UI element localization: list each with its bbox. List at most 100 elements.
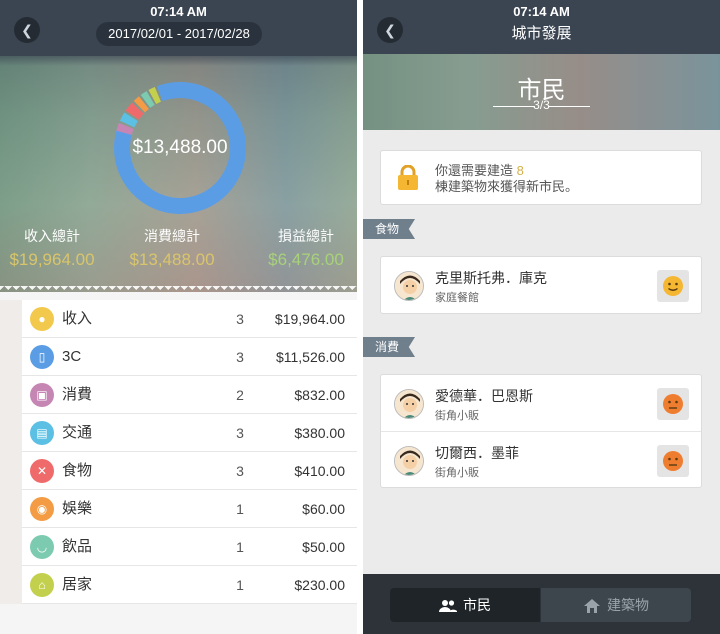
category-name: 飲品 — [62, 538, 93, 555]
category-row[interactable]: ◡ 飲品 1 $50.00 — [0, 528, 357, 566]
category-name: 娛樂 — [62, 500, 93, 517]
avatar-image — [395, 447, 423, 475]
category-name: 交通 — [62, 424, 93, 441]
category-count: 3 — [236, 349, 244, 365]
status-time: 07:14 AM — [150, 4, 207, 19]
category-row[interactable]: ◉ 娛樂 1 $60.00 — [0, 490, 357, 528]
top-bar-shadow — [0, 56, 357, 66]
notice-line1: 你還需要建造 — [435, 163, 514, 178]
category-name: 食物 — [62, 462, 93, 479]
category-list: ● 收入 3 $19,964.00 ▯ 3C 3 $11,526.00 ▣ 消費 2 $832.00 ▤… — [0, 300, 357, 604]
people-icon — [439, 600, 457, 613]
category-name: 收入 — [62, 310, 93, 327]
back-button[interactable]: ❮ — [14, 17, 40, 43]
category-count: 1 — [236, 501, 244, 517]
phone-icon: ▯ — [30, 345, 54, 369]
citizen-card: 克里斯托弗．庫克家庭餐館 — [380, 256, 702, 314]
expense-donut-chart[interactable]: $13,488.00 — [104, 72, 256, 224]
category-name: 3C — [62, 348, 82, 365]
expense-summary: 消費總計 $13,488.00 — [112, 226, 232, 270]
category-row[interactable]: ▤ 交通 3 $380.00 — [0, 414, 357, 452]
profit-summary: 損益總計 $6,476.00 — [246, 226, 357, 270]
category-count: 2 — [236, 387, 244, 403]
citizen-name: 愛德華．巴恩斯 — [435, 388, 533, 404]
category-count: 3 — [236, 311, 244, 327]
gamepad-icon: ◉ — [30, 497, 54, 521]
category-count: 3 — [236, 425, 244, 441]
category-amount: $380.00 — [294, 425, 345, 441]
tab-buildings-label: 建築物 — [607, 597, 649, 613]
citizen-name: 切爾西．墨菲 — [435, 445, 519, 461]
bottom-tab-bar: 市民 建築物 — [363, 574, 720, 634]
category-amount: $11,526.00 — [275, 349, 345, 365]
category-row[interactable]: ▣ 消費 2 $832.00 — [0, 376, 357, 414]
bus-icon: ▤ — [30, 421, 54, 445]
citizen-row[interactable]: 切爾西．墨菲街角小販 — [381, 431, 701, 487]
category-name: 居家 — [62, 576, 93, 593]
category-count: 3 — [236, 463, 244, 479]
citizen-name: 克里斯托弗．庫克 — [435, 270, 547, 286]
mood-face-icon — [663, 276, 683, 296]
category-amount: $60.00 — [302, 501, 345, 517]
house-icon: ⌂ — [30, 573, 54, 597]
mood-indicator[interactable] — [657, 445, 689, 477]
notice-number: 8 — [516, 163, 524, 178]
citizen-job: 街角小販 — [435, 410, 479, 422]
category-amount: $410.00 — [294, 463, 345, 479]
build-notice: 你還需要建造 8 棟建築物來獲得新市民。 — [380, 150, 702, 205]
category-amount: $50.00 — [302, 539, 345, 555]
section-tag: 食物 — [363, 219, 416, 239]
tab-buildings[interactable]: 建築物 — [541, 588, 691, 622]
notice-text: 你還需要建造 8 棟建築物來獲得新市民。 — [435, 163, 578, 195]
section-tag: 消費 — [363, 337, 416, 357]
profit-total-value: $6,476.00 — [268, 250, 344, 269]
page-title: 城市發展 — [511, 25, 572, 42]
income-total-value: $19,964.00 — [9, 250, 95, 269]
profit-total-label: 損益總計 — [278, 228, 334, 244]
mood-indicator[interactable] — [657, 270, 689, 302]
avatar-image — [395, 390, 423, 418]
category-amount: $832.00 — [294, 387, 345, 403]
status-time: 07:14 AM — [513, 4, 570, 19]
category-row[interactable]: ✕ 食物 3 $410.00 — [0, 452, 357, 490]
expense-total-value: $13,488.00 — [129, 250, 215, 269]
cup-icon: ◡ — [30, 535, 54, 559]
donut-total: $13,488.00 — [132, 137, 228, 158]
lock-icon — [398, 165, 418, 190]
mood-face-icon — [663, 451, 683, 471]
fork-knife-icon: ✕ — [30, 459, 54, 483]
accounting-summary-screen: 07:14 AM ❮ 2017/02/01 - 2017/02/28 $13,4… — [0, 0, 357, 634]
category-count: 1 — [236, 577, 244, 593]
category-row[interactable]: ▯ 3C 3 $11,526.00 — [0, 338, 357, 376]
category-amount: $230.00 — [294, 577, 345, 593]
avatar-image — [395, 272, 423, 300]
citizen-row[interactable]: 克里斯托弗．庫克家庭餐館 — [381, 257, 701, 313]
shopping-bag-icon: ▣ — [30, 383, 54, 407]
category-name: 消費 — [62, 386, 93, 403]
citizen-row[interactable]: 愛德華．巴恩斯街角小販 — [381, 375, 701, 431]
mood-face-icon — [663, 394, 683, 414]
city-development-screen: 07:14 AM ❮ 城市發展 市民 3/3 你還需要建造 8 棟建築物來獲得新… — [363, 0, 720, 634]
category-amount: $19,964.00 — [274, 311, 345, 327]
citizen-job: 家庭餐館 — [435, 292, 479, 304]
income-total-label: 收入總計 — [24, 228, 80, 244]
citizen-avatar — [394, 389, 424, 419]
category-row[interactable]: ⌂ 居家 1 $230.00 — [0, 566, 357, 604]
expense-total-label: 消費總計 — [144, 228, 200, 244]
category-row[interactable]: ● 收入 3 $19,964.00 — [0, 300, 357, 338]
date-range-pill[interactable]: 2017/02/01 - 2017/02/28 — [96, 22, 262, 46]
income-icon: ● — [30, 307, 54, 331]
tab-citizens-label: 市民 — [463, 597, 491, 613]
citizen-avatar — [394, 271, 424, 301]
citizen-card: 愛德華．巴恩斯 街角小販 切爾西．墨菲 街角小販 — [380, 374, 702, 488]
notice-line2: 棟建築物來獲得新市民。 — [435, 179, 579, 194]
citizen-job: 街角小販 — [435, 467, 479, 479]
income-summary: 收入總計 $19,964.00 — [0, 226, 112, 270]
house-icon — [584, 599, 600, 614]
mood-indicator[interactable] — [657, 388, 689, 420]
category-count: 1 — [236, 539, 244, 555]
tab-citizens[interactable]: 市民 — [390, 588, 540, 622]
citizen-avatar — [394, 446, 424, 476]
receipt-edge — [0, 286, 357, 294]
citizen-count: 3/3 — [533, 98, 550, 112]
